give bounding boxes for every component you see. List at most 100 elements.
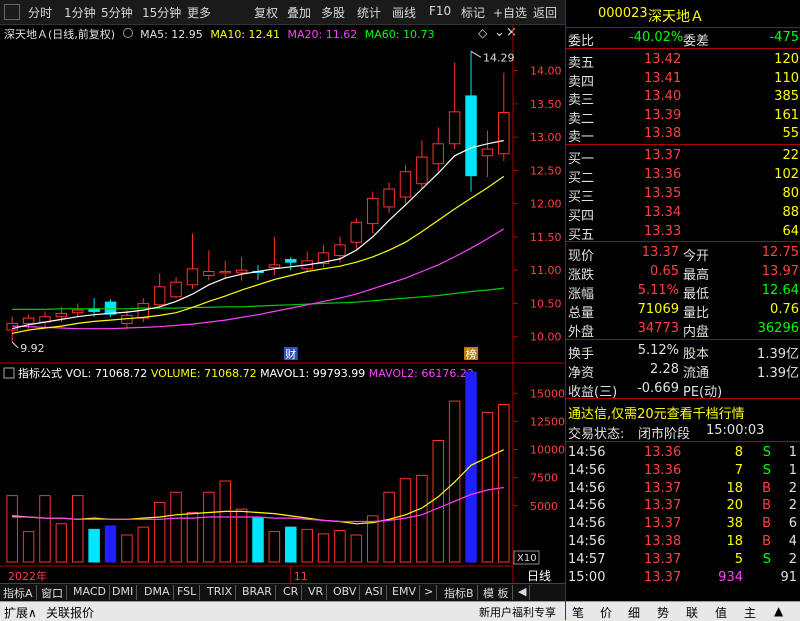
candle-body [432, 143, 445, 165]
tick-count: 2 [788, 498, 797, 514]
tab-indicator-b[interactable]: 指标B [441, 585, 478, 600]
fund-value: 1.39亿 [757, 366, 799, 381]
tick-row: 14:56 13.36 8 S 1 [566, 444, 800, 462]
expand-button[interactable]: 扩展∧ [4, 604, 37, 621]
price-tick-label: 12.50 [530, 164, 562, 177]
ask-label: 卖三 [568, 93, 595, 108]
tick-row: 14:56 13.37 20 B 2 [566, 497, 800, 515]
stat-row: 现价 13.37 今开 12.75 [566, 244, 800, 264]
tick-volume: 38 [726, 516, 743, 532]
tick-count: 4 [788, 534, 797, 549]
tab-obv[interactable]: OBV [330, 585, 361, 600]
volume-bar [6, 495, 18, 563]
high-pointer [470, 50, 482, 58]
tab-asi[interactable]: ASI [362, 585, 387, 600]
bid-volume: 80 [782, 186, 799, 201]
volume-bar [285, 526, 297, 563]
tab-cr[interactable]: CR [280, 585, 303, 600]
level2-banner[interactable]: 通达信,仅需20元查看千档行情 [566, 402, 800, 422]
tab-dma[interactable]: DMA [141, 585, 174, 600]
tab-brar[interactable]: BRAR [239, 585, 276, 600]
tick-side: B [762, 516, 771, 532]
ask-price: 13.42 [644, 52, 682, 67]
candle-body [448, 111, 461, 145]
candle-body [22, 317, 35, 324]
ask-row: 卖二 13.39 161 [566, 107, 800, 127]
volume-bar [317, 533, 330, 563]
tick-count: 6 [788, 516, 797, 532]
tick-time: 14:56 [568, 534, 606, 549]
candle-body [153, 286, 166, 306]
volume-legend-item: 指标公式 [18, 366, 62, 380]
stat-value: 0.76 [770, 302, 799, 317]
tab-trix[interactable]: TRIX [204, 585, 237, 600]
stat-label: 最低 [683, 287, 710, 302]
scale-label: X10 [517, 553, 537, 564]
ask-volume: 55 [782, 126, 799, 141]
candle-body [285, 259, 297, 263]
volume-bar [432, 440, 445, 563]
tab-window[interactable]: 窗口 [38, 585, 67, 600]
volume-bar [481, 411, 494, 563]
tab-macd[interactable]: MACD [70, 585, 110, 600]
tab-indicator-a[interactable]: 指标A [0, 585, 37, 600]
candle-body [383, 188, 395, 208]
indicator-toggle-icon[interactable] [3, 367, 15, 379]
stat-value: 34773 [637, 321, 679, 336]
tab-fsl[interactable]: FSL [174, 585, 201, 600]
stat-row: 涨幅 5.11% 最低 12.64 [566, 282, 800, 302]
ma60-line [12, 287, 504, 310]
price-tick-label: 10.50 [530, 297, 562, 310]
stat-label: 涨幅 [568, 287, 595, 302]
candle-body [170, 281, 182, 298]
tick-side: S [762, 445, 771, 460]
fundamental-row: 收益(三) -0.669 PE(动) [566, 380, 800, 400]
volume-bar [137, 526, 150, 563]
price-tick-label: 13.00 [530, 131, 562, 144]
volume-tick-label: 15000 [530, 387, 565, 400]
stat-label: 涨跌 [568, 268, 595, 283]
ask-row: 卖四 13.41 110 [566, 70, 800, 90]
volume-bar [22, 531, 35, 563]
stat-label: 最高 [683, 268, 710, 283]
volume-bar [301, 528, 313, 563]
tab-left-arrow[interactable]: ◀ [515, 585, 531, 600]
stat-label: 今开 [683, 249, 710, 264]
tab-emv[interactable]: EMV [389, 585, 420, 600]
candle-body [104, 301, 117, 315]
ask-volume: 161 [774, 107, 799, 123]
tick-time: 14:56 [568, 445, 606, 460]
stat-value: 5.11% [637, 283, 679, 298]
webi-value: -40.02% [629, 30, 684, 45]
volume-bar [399, 478, 412, 563]
volume-legend-item: VOLUME: 71068.72 [151, 367, 257, 380]
price-tick-label: 10.00 [530, 331, 562, 344]
kline-chart[interactable]: 14.00 13.50 13.00 12.50 12.00 11.50 11.00 10.50… [0, 0, 565, 583]
stock-title: 000023 深天地Ａ [566, 5, 800, 25]
stat-label: 现价 [568, 249, 595, 264]
mavol2-line [12, 486, 504, 523]
stat-value: 0.65 [650, 264, 679, 279]
tab-template[interactable]: 模 板 [480, 585, 513, 600]
promo-link[interactable]: 新用户福利专享 [479, 604, 556, 620]
stock-code: 000023 [598, 6, 648, 21]
fund-value: 1.39亿 [757, 347, 799, 362]
candle-body [219, 271, 231, 274]
candle-body [498, 112, 510, 155]
bid-volume: 64 [782, 224, 799, 239]
candle-body [416, 156, 428, 185]
trade-status: 闭市阶段 [638, 427, 691, 442]
bid-volume: 102 [774, 167, 799, 182]
volume-bar [39, 495, 51, 563]
volume-bar [334, 530, 346, 563]
related-quotes-button[interactable]: 关联报价 [46, 604, 94, 621]
stat-value: 13.97 [761, 264, 799, 279]
bid-price: 13.36 [644, 167, 682, 182]
tab-more-arrow[interactable]: > [421, 585, 438, 600]
volume-bar [383, 491, 395, 563]
bid-volume: 22 [782, 148, 799, 163]
tab-dmi[interactable]: DMI [109, 585, 138, 600]
volume-bar [465, 371, 477, 563]
candle-body [268, 264, 281, 269]
tab-vr[interactable]: VR [305, 585, 328, 600]
